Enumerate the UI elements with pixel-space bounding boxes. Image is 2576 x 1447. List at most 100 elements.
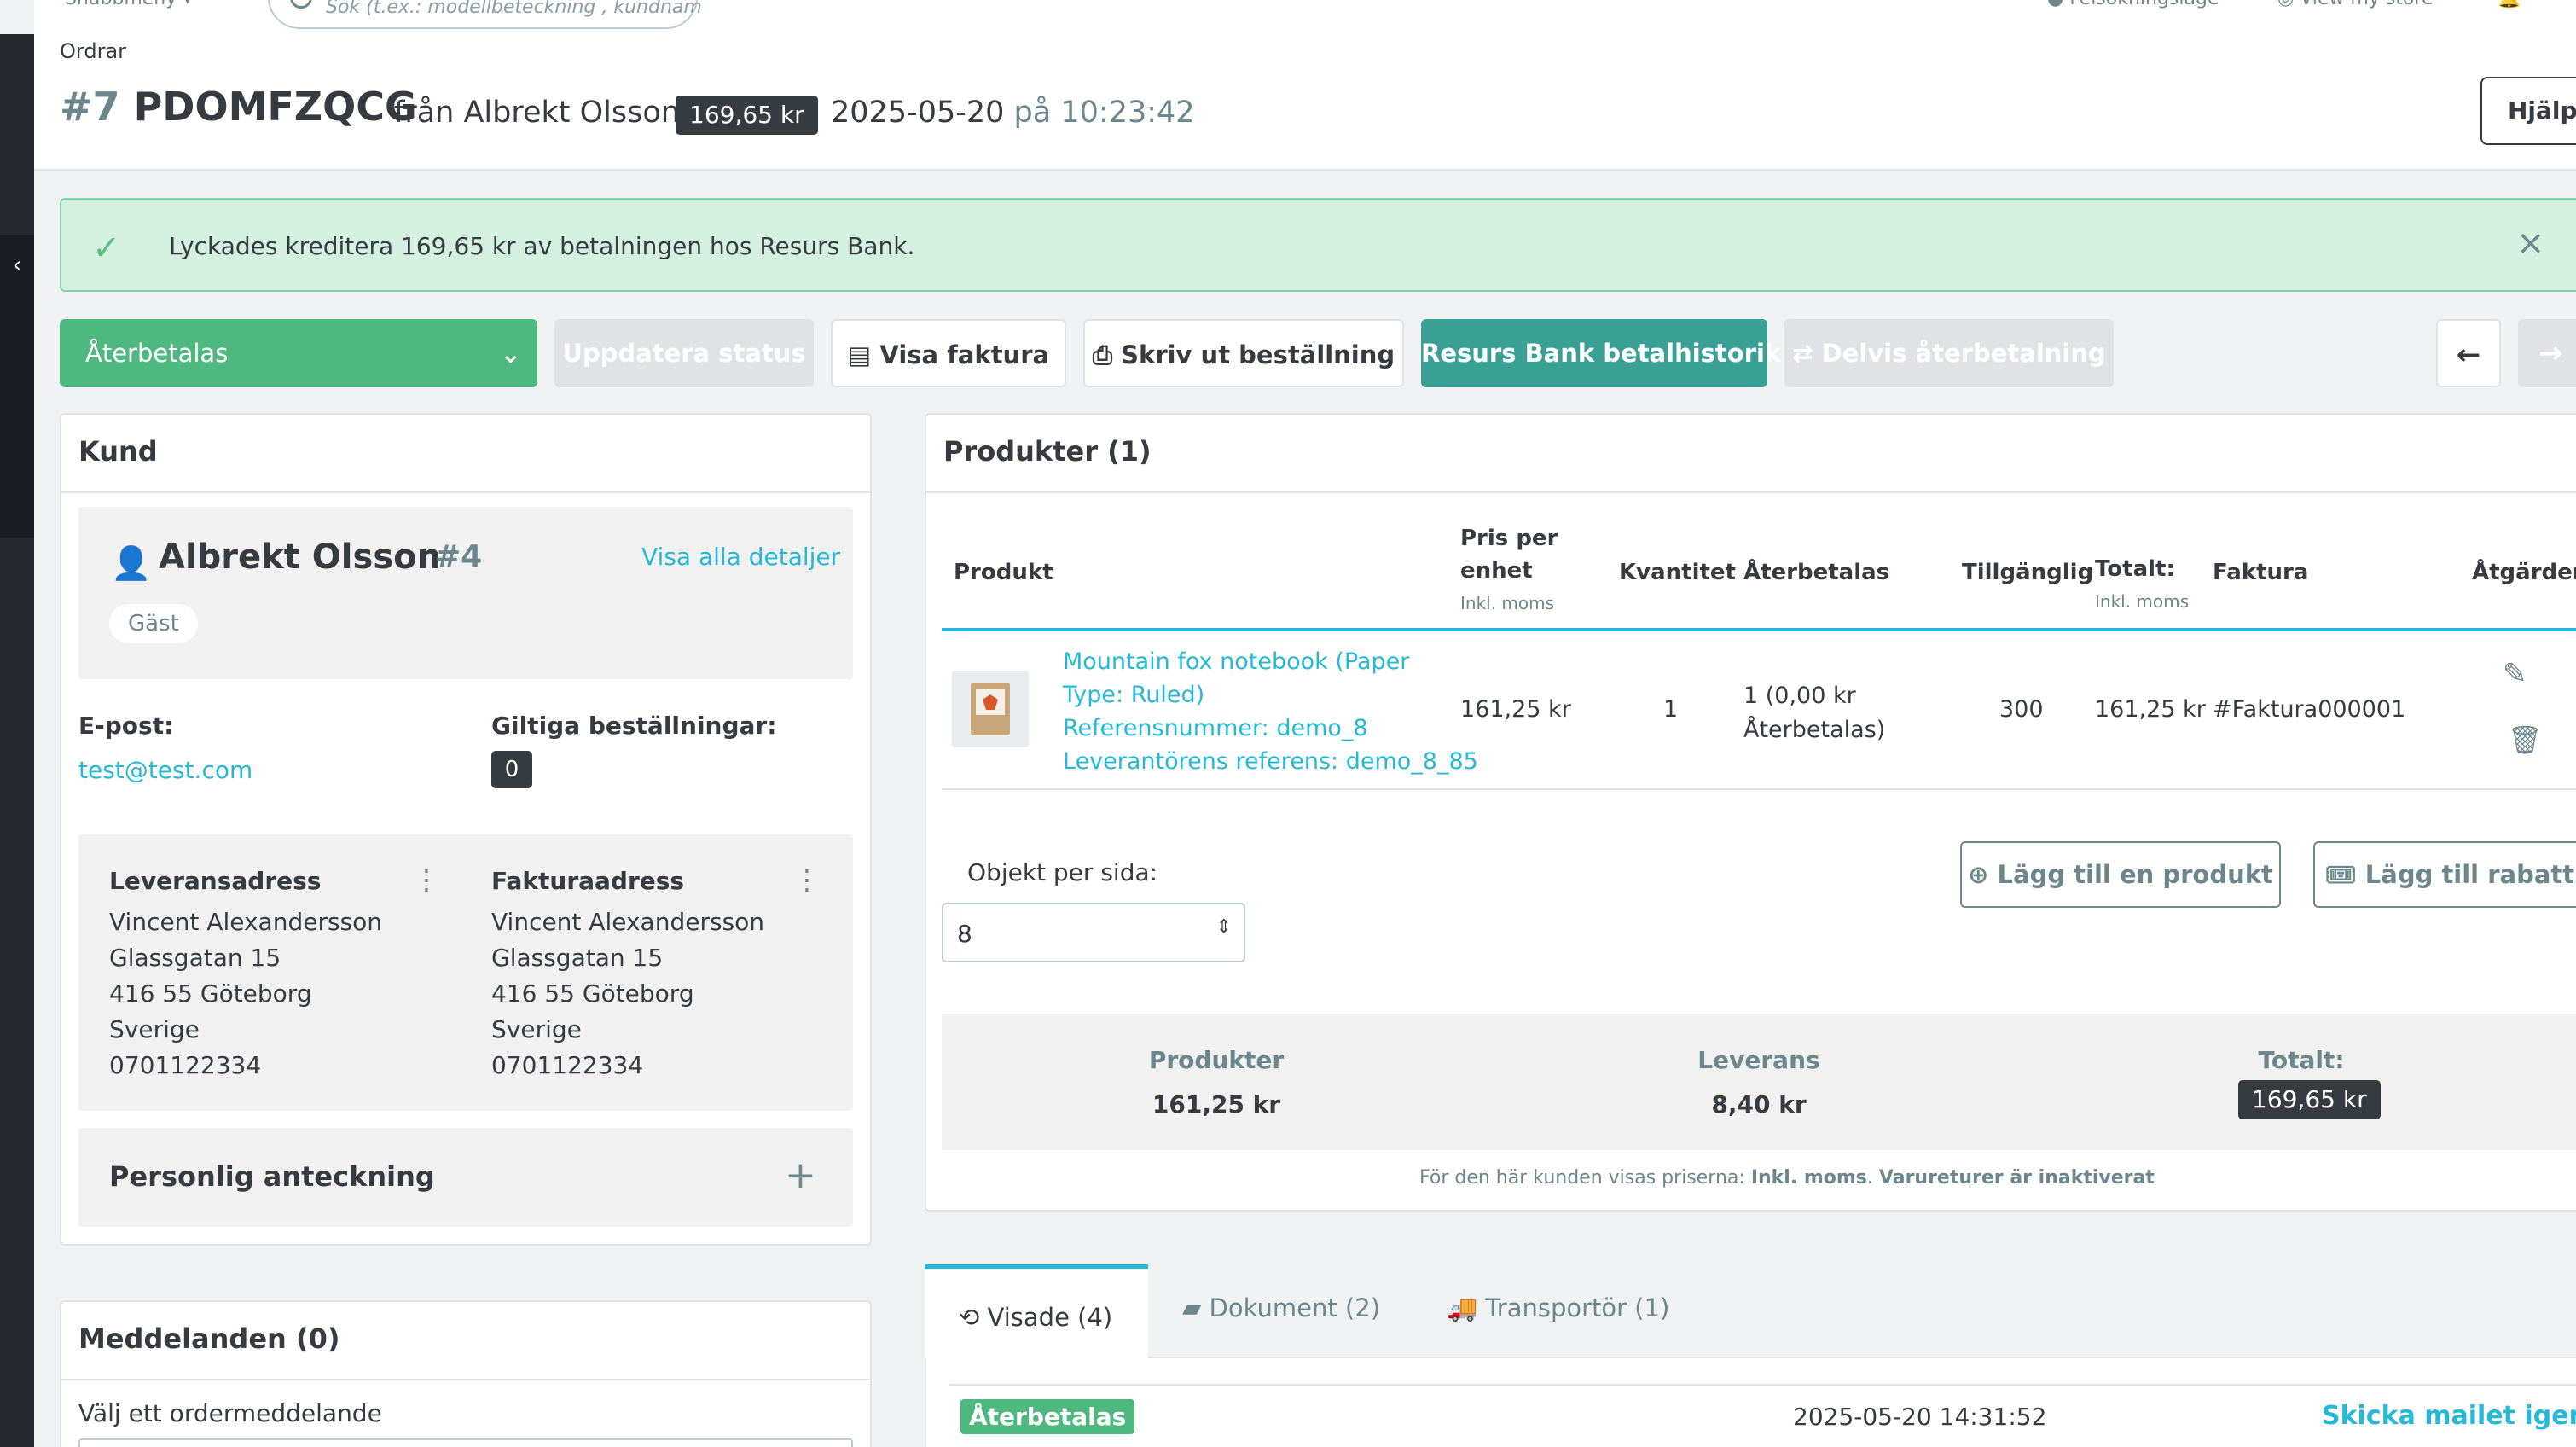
product-supplier-reference: Leverantörens referens: demo_8_85 [1063,748,1478,775]
product-refunded: 1 (0,00 kr Återbetalas) [1743,679,1885,747]
history-divider [949,1384,2576,1386]
swap-icon: ⇄ [1792,339,1813,368]
close-icon[interactable]: × [2516,224,2545,263]
quick-access-menu[interactable]: Snabbmeny ▾ [65,0,192,9]
per-page-label: Objekt per sida: [967,858,1158,886]
valid-orders-label: Giltiga beställningar: [491,712,777,740]
totals-shipping-value: 8,40 kr [1711,1090,1807,1119]
order-date-separator: på [1013,96,1052,130]
per-page-select[interactable]: 8 ⇕ [942,903,1245,962]
product-invoice: #Faktura000001 [2213,696,2406,723]
view-invoice-button[interactable]: ▤ Visa faktura [831,319,1066,387]
update-status-button[interactable]: Uppdatera status [554,319,814,387]
tab-documents[interactable]: ▰ Dokument (2) [1182,1293,1380,1322]
shipping-address-line: Glassgatan 15 [109,944,281,972]
product-name-link[interactable]: Mountain fox notebook (Paper Type: Ruled… [1063,645,1478,778]
notifications-bell-icon[interactable]: 🔔 [2498,0,2521,9]
customer-id: #4 [435,539,483,574]
search-icon [290,0,312,9]
sidebar-collapse-chevron-icon[interactable]: ‹ [0,235,34,538]
product-name-line: Type: Ruled) [1063,682,1205,708]
eye-icon: ◎ [2277,0,2294,9]
order-customer: från Albrekt Olsson [394,96,680,130]
tab-viewed[interactable]: ⟲ Visade (4) [925,1264,1148,1358]
tab-carrier-label: Transportör (1) [1485,1293,1670,1322]
history-datetime: 2025-05-20 14:31:52 [1793,1403,2047,1431]
invoice-kebab-menu-icon[interactable]: ⋮ [793,863,821,896]
shipping-address: Vincent Alexandersson Glassgatan 15 416 … [109,904,382,1084]
resurs-history-button[interactable]: Resurs Bank betalhistorik [1421,319,1781,387]
view-store-label: View my store [2300,0,2433,9]
shipping-address-line: Sverige [109,1015,200,1043]
product-quantity: 1 [1663,696,1679,723]
add-product-button[interactable]: ⊕ Lägg till en produkt [1960,841,2281,908]
shipping-address-line: 416 55 Göteborg [109,979,312,1008]
invoice-address-line: 416 55 Göteborg [491,979,694,1008]
customer-summary [78,507,853,679]
delete-trash-icon[interactable]: 🗑 [2508,724,2543,756]
shipping-address-label: Leveransadress [109,867,322,895]
totals-total-label: Totalt: [2258,1046,2345,1074]
debug-mode-link[interactable]: ● Felsökningsläge [2047,0,2219,9]
add-discount-button[interactable]: 🎟 Lägg till rabatt [2313,841,2576,908]
alert-message: Lyckades kreditera 169,65 kr av betalnin… [169,232,915,260]
view-all-details-link[interactable]: Visa alla detaljer [641,543,840,571]
ticket-icon: 🎟 [2324,860,2357,889]
tab-viewed-label: Visade (4) [987,1303,1113,1332]
product-refunded-line: 1 (0,00 kr [1743,683,1856,709]
history-status-badge: Återbetalas [960,1399,1135,1434]
printer-icon: ⎙ [1092,340,1113,369]
help-button[interactable]: Hjälp [2480,77,2576,145]
order-status-select[interactable]: Återbetalas ⌄ [60,319,537,387]
tab-carrier[interactable]: 🚚 Transportör (1) [1447,1293,1669,1323]
header-unit-price-sub: Inkl. moms [1460,593,1555,613]
product-thumbnail[interactable] [952,671,1029,747]
success-alert: ✓ Lyckades kreditera 169,65 kr av betaln… [60,198,2576,292]
history-clock-icon: ⟲ [959,1303,980,1332]
header-quantity: Kvantitet [1619,560,1736,585]
shipping-kebab-menu-icon[interactable]: ⋮ [413,863,440,896]
tab-viewed-content: ⟲ Visade (4) [959,1303,1112,1332]
user-icon: 👤 [111,544,152,582]
partial-refund-label: Delvis återbetalning [1821,339,2106,368]
shipping-address-line: 0701122334 [109,1051,262,1079]
message-select[interactable] [78,1438,853,1447]
view-store-link[interactable]: ◎ View my store [2277,0,2434,9]
edit-pencil-icon[interactable]: ✎ [2503,657,2527,691]
order-reference: PDOMFZQCG [133,84,417,130]
order-number: #7 [60,84,120,130]
product-available: 300 [1999,696,2044,723]
breadcrumb[interactable]: Ordrar [60,39,126,63]
debug-icon: ● [2047,0,2063,9]
invoice-icon: ▤ [847,340,872,369]
partial-refund-button[interactable]: ⇄ Delvis återbetalning [1784,319,2114,387]
guest-badge: Gäst [109,604,198,643]
price-note-prefix: För den här kunden visas priserna: [1419,1167,1745,1188]
product-total: 161,25 kr [2095,696,2206,723]
customer-email-link[interactable]: test@test.com [78,756,252,784]
invoice-address-line: Sverige [491,1015,582,1043]
header-refunded: Återbetalas [1743,560,1890,585]
header-actions: Åtgärder [2472,560,2576,585]
order-time: 10:23:42 [1060,96,1195,130]
header-available: Tillgänglig [1962,560,2094,585]
header-unit-price-line: Pris per [1460,526,1558,551]
totals-shipping-label: Leverans [1697,1046,1820,1074]
resend-email-link[interactable]: Skicka mailet igen [2322,1401,2576,1431]
next-order-arrow-icon[interactable]: → [2518,319,2576,387]
valid-orders-count: 0 [491,751,532,788]
per-page-value: 8 [957,920,972,948]
add-plus-icon[interactable]: + [785,1154,816,1197]
previous-order-arrow-icon[interactable]: ← [2436,319,2501,387]
totals-products-label: Produkter [1148,1046,1285,1074]
search-input[interactable]: Sök (t.ex.: modellbeteckning , kundnam [268,0,702,29]
email-label: E-post: [78,712,174,740]
personal-note-label: Personlig anteckning [109,1160,435,1193]
header-unit-price-line: enhet [1460,558,1533,584]
debug-mode-label: Felsökningsläge [2069,0,2219,9]
print-order-button[interactable]: ⎙ Skriv ut beställning [1083,319,1404,387]
totals-total-badge: 169,65 kr [2238,1080,2381,1119]
shipping-address-line: Vincent Alexandersson [109,908,383,936]
quick-access-label: Snabbmeny [65,0,177,9]
select-arrows-icon: ⇕ [1215,916,1232,938]
